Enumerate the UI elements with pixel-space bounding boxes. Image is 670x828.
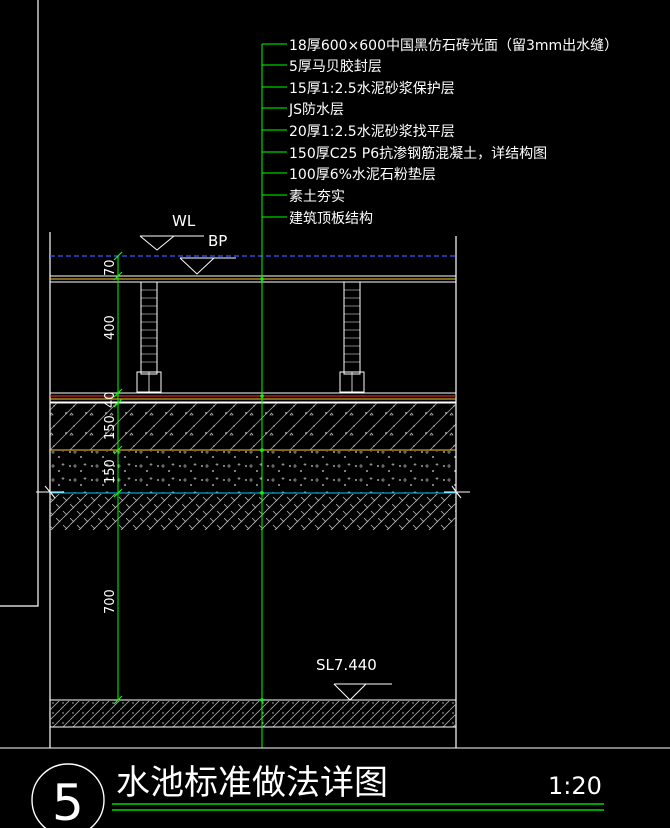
- note-protection: 15厚1:2.5水泥砂浆保护层: [289, 81, 455, 97]
- note-leveling: 20厚1:2.5水泥砂浆找平层: [289, 124, 455, 140]
- sl-marker: SL7.440: [316, 656, 392, 701]
- detail-scale: 1:20: [548, 772, 602, 800]
- note-slab: 建筑顶板结构: [289, 211, 373, 227]
- wl-label: WL: [172, 212, 196, 230]
- dim-70: 70: [103, 259, 118, 276]
- dim-400: 400: [103, 315, 118, 340]
- note-soil: 素土夯实: [289, 189, 345, 205]
- sl-label: SL7.440: [316, 656, 377, 674]
- dim-700: 700: [103, 589, 118, 614]
- structural-slab: [50, 699, 456, 728]
- bp-marker: BP: [179, 232, 236, 275]
- dim-150-gravel: 150: [103, 459, 118, 484]
- pedestal-left: [136, 281, 162, 393]
- note-cushion: 100厚6%水泥石粉垫层: [289, 167, 436, 183]
- note-paving: 18厚600×600中国黑仿石砖光面（留3mm出水缝）: [289, 38, 618, 54]
- dim-150-concrete: 150: [103, 415, 118, 440]
- soil-layer: [50, 494, 456, 530]
- wl-marker: WL: [139, 212, 204, 251]
- dim-40: 40: [103, 391, 118, 408]
- frame-left: [0, 0, 457, 748]
- pedestal-right: [339, 281, 365, 393]
- detail-number: 5: [52, 774, 84, 828]
- title-block: 5 水池标准做法详图 1:20: [0, 747, 670, 828]
- detail-drawing: WL BP SL7.440 70 400 40 150 150 700 18厚6…: [0, 0, 670, 828]
- note-waterproof: JS防水层: [288, 102, 344, 118]
- bp-label: BP: [208, 232, 227, 250]
- detail-title: 水池标准做法详图: [116, 763, 388, 803]
- note-concrete: 150厚C25 P6抗渗钢筋混凝土，详结构图: [289, 145, 547, 162]
- layer-notes: 18厚600×600中国黑仿石砖光面（留3mm出水缝） 5厚马贝胶封层 15厚1…: [288, 38, 618, 227]
- note-sealant: 5厚马贝胶封层: [289, 58, 382, 75]
